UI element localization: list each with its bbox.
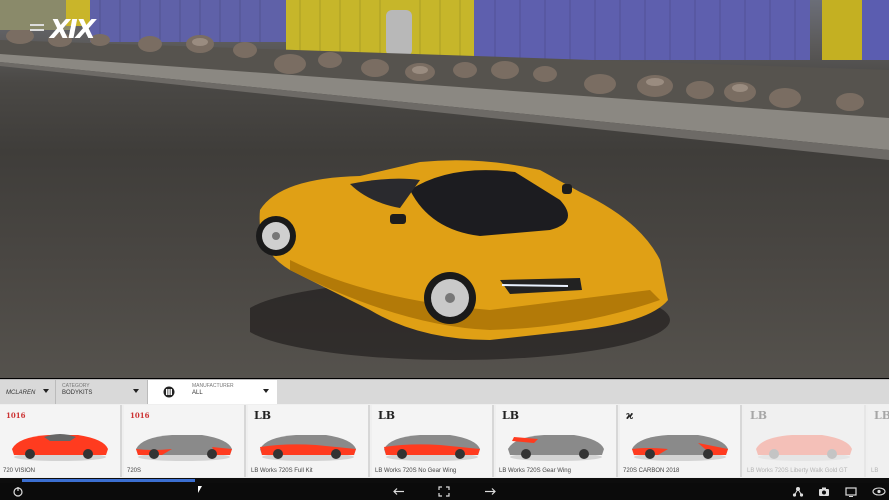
bodykit-name: LB Works 720S Liberty Walk Gold GT bbox=[747, 468, 848, 474]
bodykit-name: 720 VISION bbox=[3, 468, 36, 474]
category-value: BODYKITS bbox=[62, 390, 93, 396]
chevron-down-icon bbox=[133, 389, 139, 393]
bodykit-name: LB Works 720S Gear Wing bbox=[499, 468, 571, 474]
bodykit-card[interactable]: 1016 720 VISION bbox=[0, 405, 122, 477]
liberty-walk-logo-icon: LB bbox=[502, 409, 520, 422]
1016-industries-logo-icon: 1016 bbox=[6, 411, 26, 420]
manufacturer-icon bbox=[163, 386, 175, 398]
liberty-walk-logo-icon: LB bbox=[874, 409, 889, 422]
bodykit-name: LB bbox=[871, 468, 879, 474]
category-dropdown[interactable]: CATEGORY BODYKITS bbox=[56, 380, 148, 405]
bodykit-name: LB Works 720S No Gear Wing bbox=[375, 468, 457, 474]
screen-icon[interactable] bbox=[845, 485, 857, 498]
category-caption: CATEGORY bbox=[62, 383, 90, 389]
liberty-walk-logo-icon: LB bbox=[254, 409, 272, 422]
bodykit-card[interactable]: LB LB Works 720S Gear Wing bbox=[496, 405, 618, 477]
brand-filter[interactable]: McLaren bbox=[0, 380, 56, 405]
scrollbar-thumb[interactable] bbox=[22, 479, 195, 482]
chevron-down-icon bbox=[263, 389, 269, 393]
car-thumbnail bbox=[136, 435, 232, 461]
camera-icon[interactable] bbox=[818, 485, 830, 498]
car-thumbnail bbox=[260, 435, 356, 461]
bodykit-card[interactable]: 1016 720S bbox=[124, 405, 246, 477]
manufacturer-dropdown[interactable]: MANUFACTURER ALL bbox=[148, 380, 277, 405]
bodykit-card[interactable]: LB LB bbox=[868, 405, 889, 477]
filter-bar: McLaren CATEGORY BODYKITS MANUFACTURER A… bbox=[0, 379, 889, 405]
bodykit-name: LB Works 720S Full Kit bbox=[251, 468, 313, 474]
visibility-icon[interactable] bbox=[872, 485, 886, 498]
game-viewport: XIX bbox=[0, 0, 889, 378]
mclaren-720s-car bbox=[250, 160, 670, 360]
manufacturer-value: ALL bbox=[192, 390, 203, 396]
car-thumbnail bbox=[384, 435, 480, 461]
back-arrow-icon[interactable] bbox=[392, 485, 406, 498]
network-icon[interactable] bbox=[792, 485, 804, 498]
hamburger-icon[interactable] bbox=[30, 24, 44, 36]
bodykit-carousel: 1016 720 VISION 1016 720S LB LB Works 72… bbox=[0, 404, 889, 478]
bodykit-card[interactable]: LB LB Works 720S No Gear Wing bbox=[372, 405, 494, 477]
bodykit-card[interactable]: ϰ 720S CARBON 2018 bbox=[620, 405, 742, 477]
chevron-down-icon bbox=[43, 389, 49, 393]
car-thumbnail bbox=[632, 435, 728, 461]
liberty-walk-logo-icon: LB bbox=[378, 409, 396, 422]
carbon-logo-icon: ϰ bbox=[626, 409, 634, 422]
car-thumbnail bbox=[12, 434, 108, 461]
liberty-walk-logo-icon: LB bbox=[750, 409, 768, 422]
game-logo: XIX bbox=[50, 15, 96, 45]
bodykit-card[interactable]: LB LB Works 720S Liberty Walk Gold GT bbox=[744, 405, 866, 477]
mouse-cursor bbox=[198, 486, 202, 493]
forward-arrow-icon[interactable] bbox=[483, 485, 497, 498]
bodykit-name: 720S bbox=[127, 468, 142, 474]
rock-barrier bbox=[6, 30, 864, 111]
1016-industries-logo-icon: 1016 bbox=[130, 411, 150, 420]
power-icon[interactable] bbox=[12, 485, 24, 498]
bodykit-name: 720S CARBON 2018 bbox=[623, 468, 680, 474]
bodykit-card[interactable]: LB LB Works 720S Full Kit bbox=[248, 405, 370, 477]
car-thumbnail bbox=[508, 435, 604, 461]
fullscreen-icon[interactable] bbox=[437, 485, 451, 498]
car-thumbnail bbox=[756, 435, 852, 461]
system-taskbar bbox=[0, 483, 889, 500]
manufacturer-caption: MANUFACTURER bbox=[192, 383, 234, 389]
